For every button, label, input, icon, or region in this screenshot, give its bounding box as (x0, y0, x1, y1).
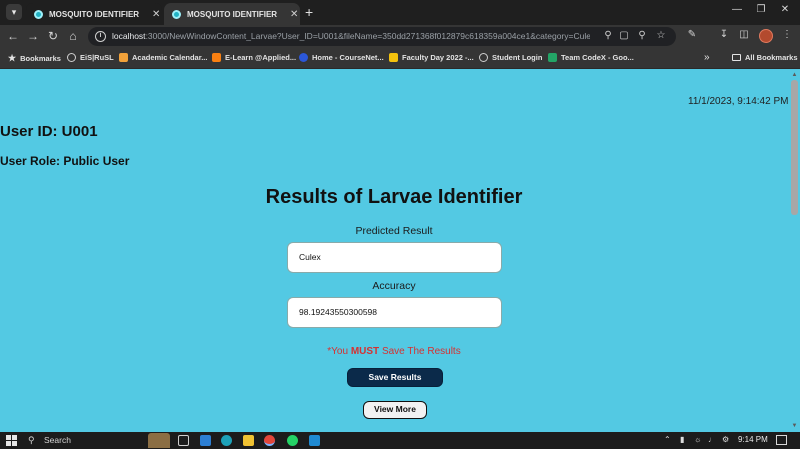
bookmark-item[interactable]: EiS|RuSL (67, 53, 114, 62)
url-text: localhost:3000/NewWindowContent_Larvae?U… (112, 31, 590, 41)
restore-icon[interactable]: ❐ (754, 4, 768, 15)
tab-active[interactable]: MOSQUITO IDENTIFIER ✕ (164, 3, 300, 25)
home-icon[interactable]: ⌂ (66, 28, 80, 44)
zoom-icon[interactable]: ⚲ (636, 30, 648, 41)
tab-bar: ▾ MOSQUITO IDENTIFIER ✕ MOSQUITO IDENTIF… (0, 0, 800, 25)
datetime-stamp: 11/1/2023, 9:14:42 PM (688, 96, 789, 107)
reload-icon[interactable]: ↻ (46, 28, 60, 44)
language-icon[interactable]: ⚙ (722, 435, 729, 444)
notification-icon[interactable] (776, 435, 787, 445)
moodle-icon (212, 53, 221, 62)
bookmark-item[interactable]: Student Login (479, 53, 542, 62)
bookmark-item[interactable]: Faculty Day 2022 -... (389, 53, 474, 62)
back-icon[interactable]: ← (6, 28, 20, 44)
scroll-up-icon[interactable]: ▲ (791, 71, 798, 79)
predicted-result-field[interactable]: Culex (287, 242, 502, 273)
globe-icon (479, 53, 488, 62)
install-app-icon[interactable]: ▢ (618, 30, 630, 41)
forward-icon[interactable]: → (26, 28, 40, 44)
calendar-icon (119, 53, 128, 62)
chrome-icon[interactable] (264, 435, 275, 446)
browser-toolbar: ← → ↻ ⌂ i localhost:3000/NewWindowConten… (0, 25, 800, 48)
battery-icon[interactable]: ▮ (680, 435, 684, 444)
taskbar-clock[interactable]: 9:14 PM (738, 435, 768, 444)
globe-icon (67, 53, 76, 62)
more-bookmarks-icon[interactable]: » (704, 52, 710, 63)
vscode-icon[interactable] (309, 435, 320, 446)
windows-start-icon[interactable] (6, 435, 17, 446)
tab-title: MOSQUITO IDENTIFIER (49, 9, 140, 19)
new-tab-button[interactable]: + (305, 3, 313, 21)
tab-search-button[interactable]: ▾ (6, 4, 22, 20)
bookmark-item[interactable]: E-Learn @Applied... (212, 53, 296, 62)
bookmark-item[interactable]: Academic Calendar... (119, 53, 207, 62)
bookmark-item[interactable]: Home - CourseNet... (299, 53, 384, 62)
tab-title: MOSQUITO IDENTIFIER (187, 9, 278, 19)
task-view-icon[interactable] (178, 435, 189, 446)
volume-icon[interactable]: ♩ (708, 435, 716, 444)
close-tab-icon[interactable]: ✕ (150, 9, 162, 20)
drive-icon (389, 53, 398, 62)
save-results-button[interactable]: Save Results (347, 368, 443, 387)
close-window-icon[interactable]: ✕ (778, 4, 792, 15)
user-id: User ID: U001 (0, 123, 98, 140)
extensions-icon[interactable]: ✎ (685, 29, 699, 40)
bookmark-item[interactable]: ★ Bookmarks (8, 53, 61, 64)
edge-icon[interactable] (221, 435, 232, 446)
predicted-result-label: Predicted Result (355, 225, 433, 237)
wifi-icon[interactable]: ☼ (694, 435, 701, 444)
whatsapp-icon[interactable] (287, 435, 298, 446)
all-bookmarks-button[interactable]: All Bookmarks (732, 53, 798, 62)
search-icon: ⚲ (28, 435, 35, 445)
sheets-icon (548, 53, 557, 62)
page-scrollbar[interactable]: ▲ ▼ (789, 70, 800, 432)
bookmarks-bar: ★ Bookmarks EiS|RuSL Academic Calendar..… (0, 48, 800, 69)
tab-inactive[interactable]: MOSQUITO IDENTIFIER ✕ (26, 3, 162, 25)
windows-taskbar: ⚲ Search ⌃ ▮ ☼ ♩ ⚙ 9:14 PM (0, 432, 800, 449)
address-bar[interactable]: i localhost:3000/NewWindowContent_Larvae… (88, 27, 676, 46)
tray-chevron-icon[interactable]: ⌃ (664, 435, 671, 444)
scroll-down-icon[interactable]: ▼ (791, 422, 798, 430)
search-highlight-image[interactable] (148, 433, 170, 448)
mosquito-favicon-icon (34, 9, 43, 19)
minimize-icon[interactable]: — (730, 4, 744, 15)
location-icon[interactable]: ⚲ (602, 30, 614, 41)
save-warning: *You MUST Save The Results (327, 346, 461, 357)
mail-icon[interactable] (200, 435, 211, 446)
side-panel-icon[interactable]: ◫ (737, 29, 751, 40)
view-more-button[interactable]: View More (363, 401, 427, 419)
scrollbar-thumb[interactable] (791, 80, 798, 215)
bookmark-star-icon[interactable]: ☆ (655, 30, 667, 41)
file-explorer-icon[interactable] (243, 435, 254, 446)
bookmark-item[interactable]: Team CodeX - Goo... (548, 53, 634, 62)
accuracy-field[interactable]: 98.19243550300598 (287, 297, 502, 328)
page-title: Results of Larvae Identifier (265, 186, 523, 208)
page-content: 11/1/2023, 9:14:42 PM User ID: U001 User… (0, 70, 788, 432)
mosquito-favicon-icon (172, 9, 181, 19)
close-tab-icon[interactable]: ✕ (288, 9, 300, 20)
user-role: User Role: Public User (0, 154, 130, 168)
coursenet-icon (299, 53, 308, 62)
accuracy-label: Accuracy (372, 280, 416, 292)
menu-icon[interactable]: ⋮ (780, 29, 794, 40)
taskbar-search[interactable]: ⚲ Search (26, 434, 146, 447)
site-info-icon[interactable]: i (95, 31, 106, 42)
profile-avatar[interactable] (759, 29, 773, 43)
download-icon[interactable]: ↧ (717, 29, 731, 40)
folder-icon (732, 54, 741, 61)
star-icon: ★ (8, 53, 17, 63)
